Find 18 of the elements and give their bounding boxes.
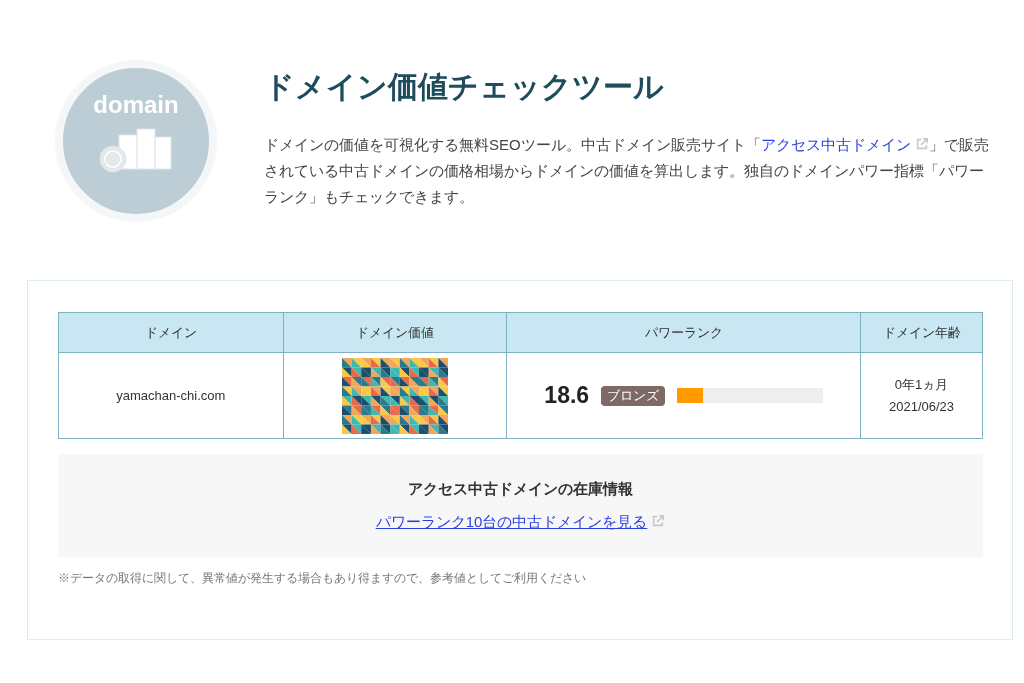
stock-heading: アクセス中古ドメインの在庫情報 xyxy=(408,479,633,499)
external-link-icon xyxy=(651,513,666,528)
rank-badge: ブロンズ xyxy=(601,385,666,406)
page-title: ドメイン価値チェックツール xyxy=(264,69,665,105)
logo-text: domain xyxy=(93,93,179,117)
site-link[interactable]: アクセス中古ドメイン xyxy=(760,135,929,153)
stock-link[interactable]: パワーランク10台の中古ドメインを見る xyxy=(375,510,666,533)
power-rank-value: 18.6 xyxy=(544,381,590,411)
description-text: ドメインの価値を可視化する無料SEOツール。中古ドメイン販売サイト「アクセス中古ドメイン 」で販売されている中古ドメインの価格相場からドメインの価値を算出します。独自のドメインパワー指標「パワーランク」もチェックできます。 xyxy=(264,134,989,207)
column-header: パワーランク xyxy=(506,312,861,353)
column-header: ドメイン xyxy=(58,312,284,353)
date-text: 2021/06/23 xyxy=(888,397,956,416)
domain-cell: yamachan-chi.com xyxy=(58,352,284,439)
note-text: ※データの取得に関して、異常値が発生する場合もあり得ますので、参考値としてご利用ください xyxy=(58,570,587,587)
external-link-icon xyxy=(914,136,929,151)
column-header: ドメイン年齢 xyxy=(860,312,983,353)
age-text: 0年1ヵ月 xyxy=(893,375,950,394)
column-header: ドメイン価値 xyxy=(283,312,507,353)
